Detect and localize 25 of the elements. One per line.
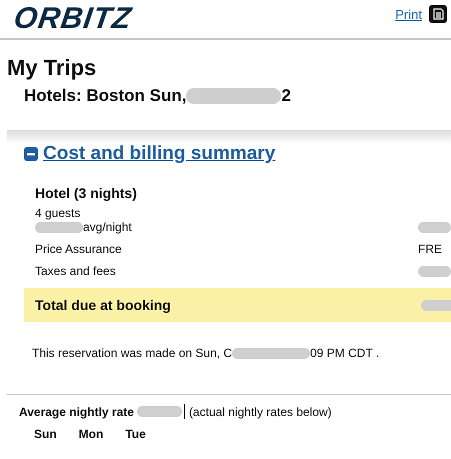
line-item-label: avg/night: [83, 220, 132, 234]
hotel-heading: Hotel (3 nights): [35, 185, 138, 201]
rate-note: (actual nightly rates below): [188, 404, 332, 418]
section-link[interactable]: Cost and billing summary: [43, 142, 276, 166]
logo: ORBITZ: [12, 2, 134, 36]
page-title: My Trips: [7, 54, 98, 82]
line-item-label: Taxes and fees: [35, 264, 116, 278]
line-item-label: Price Assurance: [35, 242, 122, 256]
print-link[interactable]: Print: [395, 6, 422, 22]
redaction-mark: [421, 300, 451, 310]
trip-title: Hotels: Boston Sun,: [24, 86, 186, 106]
collapse-icon[interactable]: [24, 147, 38, 161]
text-cursor: [184, 404, 185, 419]
printer-icon[interactable]: [429, 5, 447, 23]
day-header: Tue: [125, 427, 146, 441]
redaction-mark: [136, 406, 182, 417]
guest-count: 4 guests: [35, 207, 82, 220]
average-rate-label: Average nightly rate: [19, 404, 134, 418]
reservation-text: 09 PM CDT .: [310, 346, 380, 360]
total-label: Total due at booking: [35, 297, 171, 313]
day-header: Mon: [78, 427, 104, 441]
day-header: Sun: [34, 427, 57, 441]
reservation-text: This reservation was made on Sun, C: [32, 346, 232, 360]
trip-title: 2: [281, 86, 291, 106]
line-item-value: FRE: [418, 242, 442, 256]
